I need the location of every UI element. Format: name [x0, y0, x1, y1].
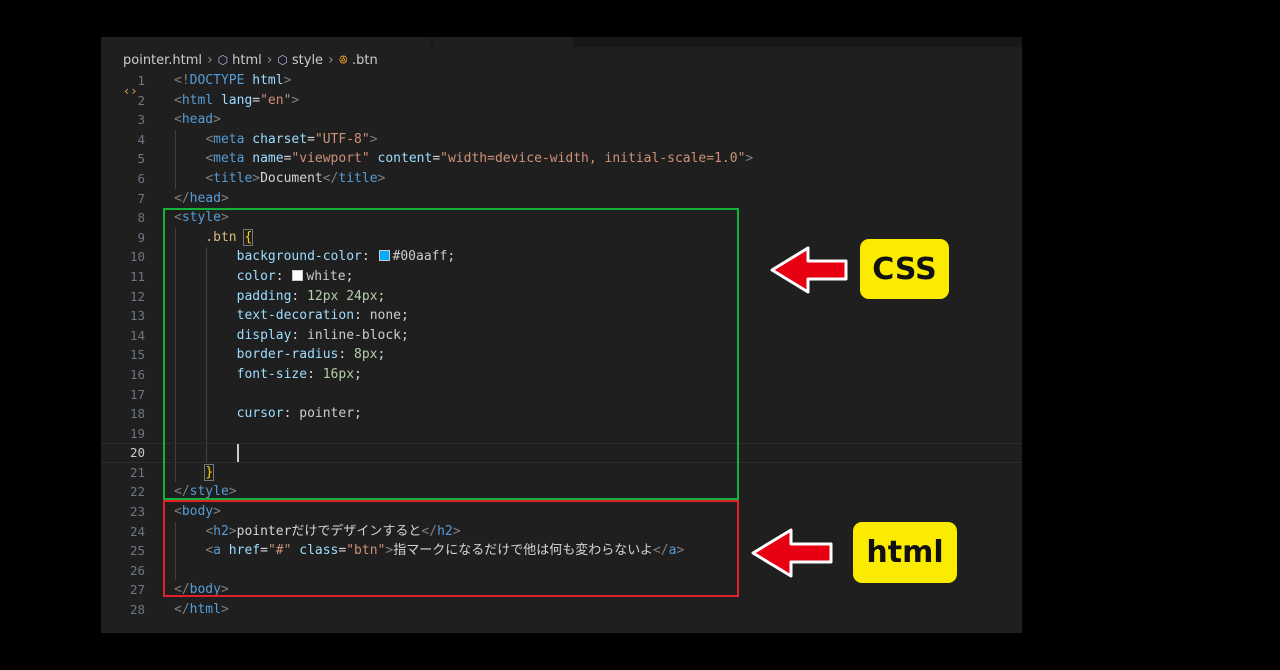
code-line[interactable]: 5 <meta name="viewport" content="width=d… [101, 149, 1022, 169]
code-line[interactable]: 28 </html> [101, 600, 1022, 620]
line-number: 16 [129, 366, 145, 382]
line-number: 25 [129, 543, 145, 559]
breadcrumb-separator-icon: › [328, 52, 334, 68]
tab-strip [101, 37, 1022, 47]
line-number: 17 [129, 386, 145, 402]
code-text: </head> [174, 190, 229, 206]
editor-tab[interactable] [433, 37, 573, 47]
line-number: 28 [129, 602, 145, 618]
breadcrumb-label: pointer.html [123, 52, 203, 68]
code-line[interactable]: 6 <title>Document</title> [101, 168, 1022, 189]
css-arrow-icon [770, 246, 848, 294]
code-line[interactable]: 1 <!DOCTYPE html> [101, 71, 1022, 91]
line-number: 12 [129, 288, 145, 304]
html-highlight-box [163, 500, 739, 597]
line-number: 27 [129, 582, 145, 598]
breadcrumb-item[interactable]: ⬡ html [218, 53, 262, 68]
line-number: 3 [137, 112, 145, 128]
html-label: html [853, 522, 957, 583]
line-number: 15 [129, 347, 145, 363]
breadcrumb-item[interactable]: ⬡ style [277, 53, 323, 68]
breadcrumb: ‹› pointer.html › ⬡ html › ⬡ style › ꔮ .btn [123, 50, 378, 99]
breadcrumb-label: .btn [352, 52, 378, 68]
line-number: 24 [129, 523, 145, 539]
line-number: 4 [137, 131, 145, 147]
line-number: 2 [137, 92, 145, 108]
line-number: 13 [129, 308, 145, 324]
line-number: 6 [137, 170, 145, 186]
breadcrumb-item[interactable]: ‹› pointer.html [123, 52, 203, 99]
line-number: 5 [137, 151, 145, 167]
line-number: 8 [137, 210, 145, 226]
line-number: 14 [129, 327, 145, 343]
line-number: 21 [129, 464, 145, 480]
breadcrumb-separator-icon: › [266, 52, 273, 68]
breadcrumb-item[interactable]: ꔮ .btn [339, 53, 378, 68]
css-label: CSS [860, 239, 949, 299]
html-arrow-icon [751, 528, 833, 578]
line-number: 23 [129, 504, 145, 520]
line-number: 1 [137, 73, 145, 88]
code-text: <meta charset="UTF-8"> [205, 131, 378, 147]
editor-tab[interactable] [101, 37, 431, 47]
line-number: 9 [137, 229, 145, 245]
code-text: <!DOCTYPE html> [174, 73, 292, 88]
cube-icon: ⬡ [277, 52, 288, 67]
line-number: 20 [129, 445, 145, 461]
breadcrumb-label: html [232, 52, 262, 68]
code-text: <head> [174, 112, 221, 128]
code-text: <html lang="en"> [174, 92, 300, 108]
line-number: 22 [129, 484, 145, 500]
line-number: 18 [129, 406, 145, 422]
css-class-icon: ꔮ [338, 52, 349, 67]
code-text: </html> [174, 602, 229, 618]
breadcrumb-label: style [291, 52, 324, 68]
line-number: 7 [137, 190, 145, 206]
code-line[interactable]: 2 <html lang="en"> [101, 91, 1022, 111]
cube-icon: ⬡ [217, 52, 229, 67]
css-highlight-box [163, 208, 739, 500]
code-text: <meta name="viewport" content="width=dev… [205, 151, 754, 167]
breadcrumb-separator-icon: › [207, 52, 213, 68]
line-number: 11 [129, 268, 145, 284]
line-number: 26 [129, 562, 145, 578]
code-line[interactable]: 7 </head> [101, 189, 1022, 209]
code-line[interactable]: 3 <head> [101, 110, 1022, 130]
line-number: 19 [129, 425, 145, 441]
line-number: 10 [129, 249, 145, 265]
code-text: <title>Document</title> [205, 170, 386, 186]
code-line[interactable]: 4 <meta charset="UTF-8"> [101, 129, 1022, 150]
